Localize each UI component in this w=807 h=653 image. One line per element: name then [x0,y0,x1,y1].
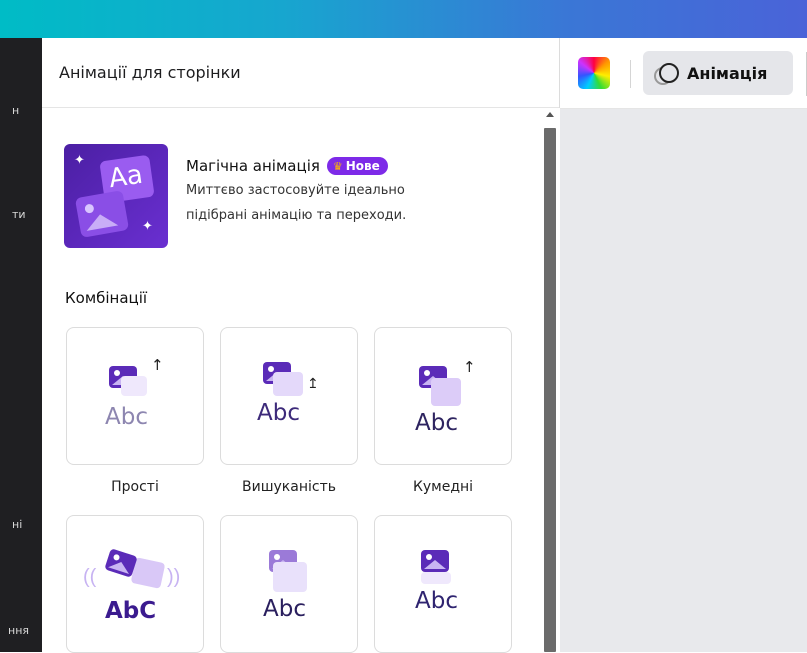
card-abc-text: AbC [105,598,157,624]
combo-label-simple[interactable]: Прості [65,479,205,495]
color-picker-button[interactable] [578,57,610,89]
magic-animation-description: Миттєво застосовуйте ідеально підібрані … [186,178,406,228]
vibration-icon: )) [167,566,181,588]
rail-label-3[interactable]: ні [12,518,22,531]
animation-button[interactable]: Анімація [643,51,793,95]
combinations-heading: Комбінації [65,289,148,307]
new-badge: ♛ Нове [326,157,388,175]
arrow-up-icon: ↑ [151,356,164,374]
sparkle-icon: ✦ [142,218,153,233]
rail-label-1[interactable]: н [12,104,19,117]
rail-label-2[interactable]: ти [12,208,26,221]
combo-label-elegant[interactable]: Вишуканість [219,479,359,495]
thumb-text: Aa [107,159,145,195]
combo-card-elegant[interactable]: ↥ Abc [220,327,358,465]
rail-label-4[interactable]: ння [8,624,29,637]
sparkle-icon: ✦ [74,152,85,167]
card-abc-text: Abc [415,410,458,432]
crown-icon: ♛ [332,159,343,173]
canvas-area: Анімація [560,38,807,652]
animation-button-label: Анімація [687,63,768,83]
magic-animation-thumbnail[interactable]: ✦ Aa ✦ [64,144,168,248]
panel-header: Анімації для сторінки [42,38,559,108]
description-line-1: Миттєво застосовуйте ідеально [186,183,405,198]
combo-card-4[interactable]: (( )) AbC [66,515,204,653]
magic-animation-title[interactable]: Магічна анімація ♛ Нове [186,157,406,175]
upload-arrow-icon: ↥ [307,376,319,392]
description-line-2: підібрані анімацію та переходи. [186,208,407,223]
editor-toolbar: Анімація [560,38,807,109]
card-abc-text: Abc [263,596,306,620]
combo-card-5[interactable]: Abc [220,515,358,653]
card-abc-text: Abc [415,588,458,614]
animation-icon [651,61,681,85]
magic-animation-promo[interactable]: ✦ Aa ✦ Магічна анімація ♛ Нове Миттєво за… [64,144,406,248]
photo-card-icon [74,190,130,238]
animations-panel: Анімації для сторінки ✦ Aa ✦ Магічна ані… [42,38,560,653]
badge-text: Нове [345,159,380,173]
image-icon [421,550,449,572]
side-rail[interactable]: н ти ні ння [0,38,42,652]
top-bar [0,0,807,38]
card-abc-text: Abc [105,404,148,430]
combo-label-funny[interactable]: Кумедні [373,479,513,495]
scroll-up-arrow-icon[interactable] [546,112,554,117]
combo-card-funny[interactable]: ↑ Abc [374,327,512,465]
combo-card-simple[interactable]: ↑ Abc [66,327,204,465]
toolbar-divider [630,60,631,88]
vibration-icon: (( [83,566,97,588]
panel-title: Анімації для сторінки [59,63,241,82]
combo-card-6[interactable]: Abc [374,515,512,653]
magic-title-text: Магічна анімація [186,157,320,175]
card-abc-text: Abc [257,400,300,426]
scrollbar-thumb[interactable] [544,128,556,652]
arrow-up-icon: ↑ [463,358,476,376]
